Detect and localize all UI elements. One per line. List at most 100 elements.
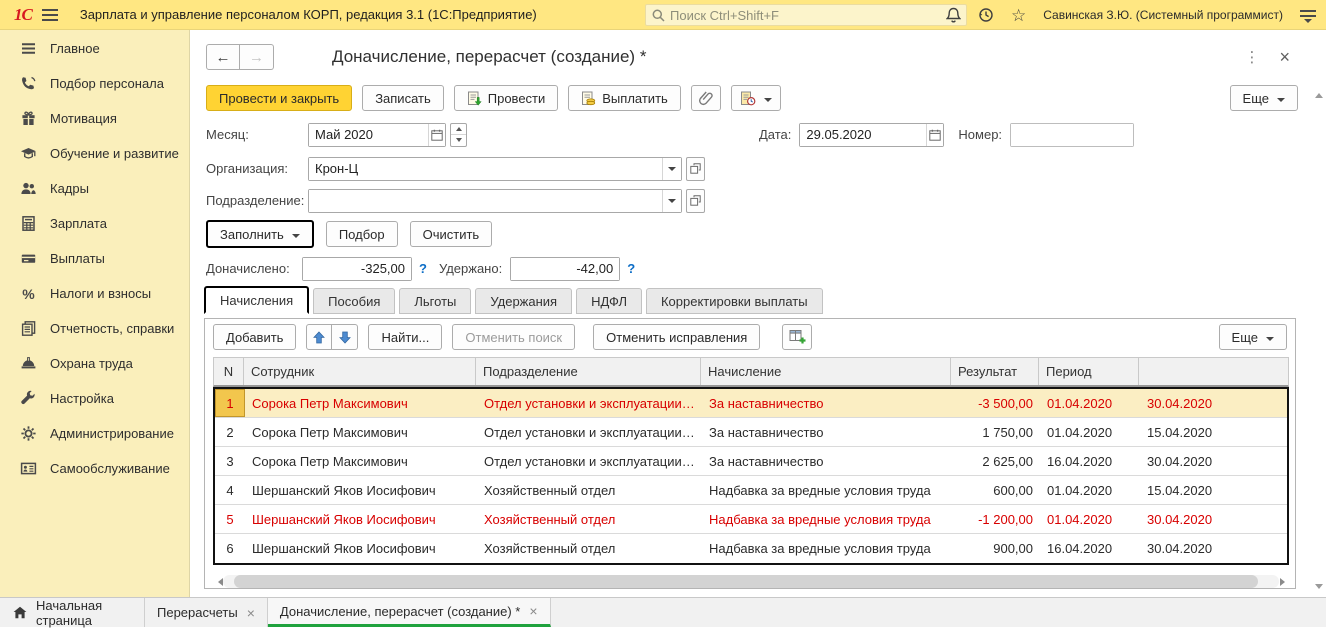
search-input[interactable] — [670, 7, 960, 23]
create-based-on-button[interactable] — [730, 85, 781, 111]
sidebar-item-training[interactable]: Обучение и развитие — [0, 136, 189, 171]
sidebar-item-recruiting[interactable]: Подбор персонала — [0, 66, 189, 101]
nav-back-button[interactable]: ← — [206, 44, 240, 70]
organization-field[interactable] — [308, 156, 682, 181]
fill-button[interactable]: Заполнить — [206, 220, 314, 248]
pick-button[interactable]: Подбор — [325, 221, 398, 247]
sidebar-item-self-service[interactable]: Самообслуживание — [0, 451, 189, 486]
number-input[interactable] — [1011, 123, 1134, 146]
cancel-search-button[interactable]: Отменить поиск — [452, 324, 576, 350]
scroll-up-icon[interactable] — [1314, 88, 1324, 98]
form-menu-icon[interactable]: ⋮ — [1244, 48, 1259, 66]
main-menu-icon[interactable] — [41, 8, 58, 21]
scroll-right-icon[interactable] — [1279, 573, 1289, 590]
department-field[interactable] — [308, 188, 682, 213]
sidebar-item-hr[interactable]: Кадры — [0, 171, 189, 206]
global-search[interactable] — [645, 4, 967, 26]
date-field[interactable] — [799, 122, 945, 147]
tab-benefits[interactable]: Пособия — [313, 288, 396, 314]
col-accrual[interactable]: Начисление — [701, 358, 951, 385]
sidebar-item-labor-safety[interactable]: Охрана труда — [0, 346, 189, 381]
tab-deductions[interactable]: Удержания — [475, 288, 573, 314]
sidebar-item-payments[interactable]: Выплаты — [0, 241, 189, 276]
withheld-field[interactable] — [510, 256, 621, 281]
scroll-down-icon[interactable] — [1314, 583, 1324, 593]
department-input[interactable] — [309, 189, 662, 212]
sidebar-item-reports[interactable]: Отчетность, справки — [0, 311, 189, 346]
organization-open-icon[interactable] — [686, 156, 705, 181]
month-input[interactable] — [309, 123, 428, 146]
attachments-button[interactable] — [690, 85, 721, 111]
save-button[interactable]: Записать — [362, 85, 444, 111]
window-tab-recalculations[interactable]: Перерасчеты × — [145, 598, 268, 627]
department-open-icon[interactable] — [686, 188, 705, 213]
home-page-tab[interactable]: Начальная страница — [0, 598, 145, 628]
table-row[interactable]: 3 Сорока Петр Максимович Отдел установки… — [215, 447, 1287, 476]
form-close-icon[interactable]: × — [1279, 48, 1290, 66]
col-period[interactable]: Период — [1039, 358, 1139, 385]
current-user[interactable]: Савинская З.Ю. (Системный программист) — [1043, 8, 1283, 22]
move-up-button[interactable] — [306, 324, 333, 350]
accrued-field[interactable] — [302, 256, 412, 281]
window-tab-additional-accrual[interactable]: Доначисление, перерасчет (создание) * × — [267, 598, 551, 627]
table-row[interactable]: 6 Шершанский Яков Иосифович Хозяйственны… — [215, 534, 1287, 563]
withheld-input[interactable] — [511, 257, 620, 280]
move-down-button[interactable] — [332, 324, 359, 350]
horizontal-scrollbar[interactable] — [213, 573, 1289, 590]
cell-department: Хозяйственный отдел — [484, 541, 616, 556]
vertical-scrollbar[interactable] — [1314, 88, 1324, 593]
tab-payment-adjustments[interactable]: Корректировки выплаты — [645, 288, 823, 314]
tab-privileges[interactable]: Льготы — [399, 288, 472, 314]
service-menu-icon[interactable] — [1300, 8, 1316, 23]
combo-dropdown-icon[interactable] — [662, 157, 681, 180]
nav-forward-button[interactable]: → — [240, 44, 274, 70]
number-field[interactable] — [1010, 122, 1135, 147]
table-row[interactable]: 2 Сорока Петр Максимович Отдел установки… — [215, 418, 1287, 447]
col-n[interactable]: N — [214, 358, 244, 385]
pay-button[interactable]: Выплатить — [568, 85, 681, 111]
accrued-help-icon[interactable]: ? — [419, 261, 427, 276]
sidebar-item-settings[interactable]: Настройка — [0, 381, 189, 416]
calendar-icon[interactable] — [925, 123, 944, 146]
month-stepper[interactable] — [450, 122, 467, 147]
combo-dropdown-icon[interactable] — [662, 189, 681, 212]
sidebar-item-administration[interactable]: Администрирование — [0, 416, 189, 451]
dropdown-caret-icon — [291, 233, 300, 242]
post-button[interactable]: Провести — [453, 85, 559, 111]
accrued-input[interactable] — [303, 257, 411, 280]
sidebar-item-motivation[interactable]: Мотивация — [0, 101, 189, 136]
sidebar-item-taxes[interactable]: % Налоги и взносы — [0, 276, 189, 311]
grid-more-button[interactable]: Еще — [1218, 324, 1287, 350]
close-tab-icon[interactable]: × — [247, 606, 255, 620]
cancel-corrections-button[interactable]: Отменить исправления — [593, 324, 761, 350]
tab-accruals[interactable]: Начисления — [204, 286, 310, 314]
sidebar-item-main[interactable]: Главное — [0, 31, 189, 66]
sidebar-item-salary[interactable]: Зарплата — [0, 206, 189, 241]
table-row[interactable]: 4 Шершанский Яков Иосифович Хозяйственны… — [215, 476, 1287, 505]
add-row-button[interactable]: Добавить — [213, 324, 297, 350]
hscroll-thumb[interactable] — [233, 575, 1258, 588]
calendar-icon[interactable] — [427, 123, 445, 146]
table-row[interactable]: 5 Шершанский Яков Иосифович Хозяйственны… — [215, 505, 1287, 534]
close-tab-icon[interactable]: × — [529, 604, 537, 618]
month-field[interactable] — [308, 122, 446, 147]
clear-button[interactable]: Очистить — [409, 221, 493, 247]
organization-input[interactable] — [309, 157, 662, 180]
favorites-star-icon[interactable]: ☆ — [1011, 7, 1026, 24]
paperclip-icon — [698, 91, 713, 106]
post-and-close-button[interactable]: Провести и закрыть — [206, 85, 353, 111]
find-button[interactable]: Найти... — [368, 324, 443, 350]
col-department[interactable]: Подразделение — [476, 358, 701, 385]
withheld-help-icon[interactable]: ? — [627, 261, 635, 276]
add-column-button[interactable] — [782, 324, 813, 350]
history-icon[interactable] — [978, 7, 994, 23]
scroll-left-icon[interactable] — [213, 573, 223, 590]
form-more-button[interactable]: Еще — [1229, 85, 1298, 111]
col-employee[interactable]: Сотрудник — [244, 358, 476, 385]
cell-period-start: 01.04.2020 — [1047, 511, 1113, 527]
table-row[interactable]: 1 Сорока Петр Максимович Отдел установки… — [215, 389, 1287, 418]
notifications-bell-icon[interactable] — [945, 7, 961, 23]
col-result[interactable]: Результат — [951, 358, 1039, 385]
date-input[interactable] — [800, 123, 926, 146]
tab-ndfl[interactable]: НДФЛ — [576, 288, 642, 314]
